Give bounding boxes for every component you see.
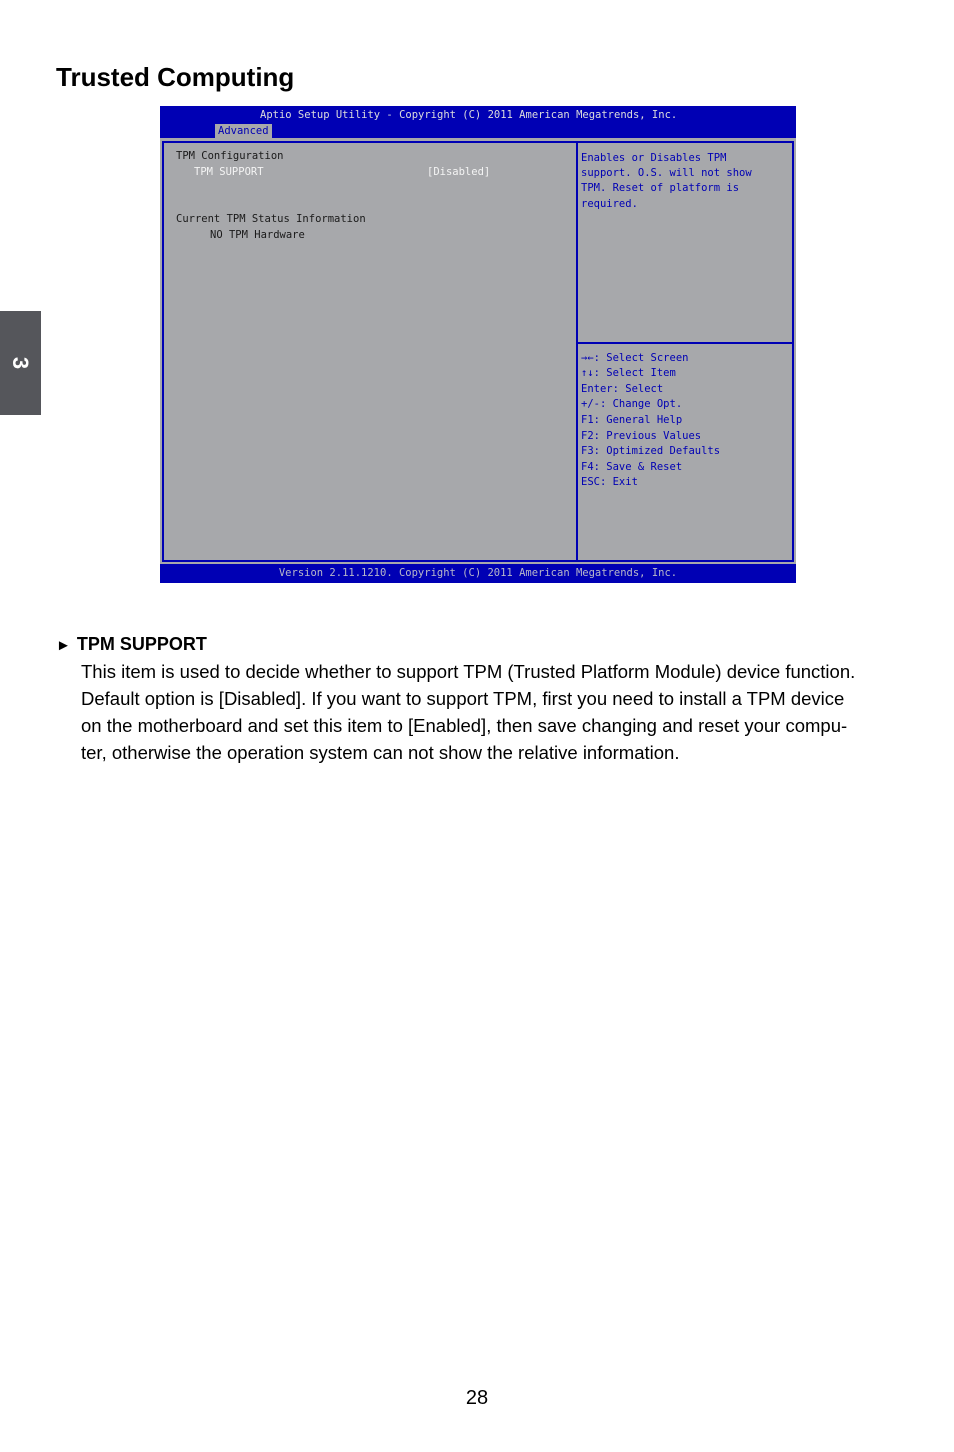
bios-screenshot: Aptio Setup Utility - Copyright (C) 2011… xyxy=(160,106,796,583)
tpm-status-value: NO TPM Hardware xyxy=(210,229,305,241)
legend-f3: F3: Optimized Defaults xyxy=(581,445,721,457)
legend-f2: F2: Previous Values xyxy=(581,430,702,442)
legend-select-screen: →←: Select Screen xyxy=(581,352,689,364)
panel-divider-vertical xyxy=(576,141,578,562)
triangle-right-icon: ► xyxy=(56,637,71,654)
tpm-status-heading: Current TPM Status Information xyxy=(176,213,366,225)
tab-advanced[interactable]: Advanced xyxy=(215,124,272,138)
page-title: Trusted Computing xyxy=(56,62,295,92)
tpm-support-value[interactable]: [Disabled] xyxy=(427,165,490,179)
legend-esc: ESC: Exit xyxy=(581,476,638,488)
page-number: 28 xyxy=(465,1387,489,1409)
chapter-number: 3 xyxy=(8,356,34,370)
chapter-tab: 3 xyxy=(0,311,41,415)
help-line: required. xyxy=(581,198,638,210)
tpm-configuration-heading: TPM Configuration xyxy=(176,150,284,162)
legend-select-item: ↑↓: Select Item xyxy=(581,367,676,379)
body-line: This item is used to decide whether to s… xyxy=(81,661,856,682)
panel-divider-horizontal xyxy=(578,342,792,344)
legend-change-opt: +/-: Change Opt. xyxy=(581,398,683,410)
body-line: on the motherboard and set this item to … xyxy=(81,715,848,736)
legend-enter: Enter: Select xyxy=(581,383,664,395)
legend-f1: F1: General Help xyxy=(581,414,683,426)
help-line: TPM. Reset of platform is xyxy=(581,182,740,194)
body-line: ter, otherwise the operation system can … xyxy=(81,742,680,763)
bios-title: Aptio Setup Utility - Copyright (C) 2011… xyxy=(260,109,678,121)
section-heading-text: TPM SUPPORT xyxy=(76,634,207,654)
bios-frame xyxy=(162,141,794,562)
tpm-support-item[interactable]: TPM SUPPORT xyxy=(194,165,264,179)
body-line: Default option is [Disabled]. If you wan… xyxy=(81,688,845,709)
bios-footer: Version 2.11.1210. Copyright (C) 2011 Am… xyxy=(160,564,796,583)
help-line: Enables or Disables TPM xyxy=(581,152,727,164)
legend-f4: F4: Save & Reset xyxy=(581,461,683,473)
section-body: This item is used to decide whether to s… xyxy=(81,658,911,766)
section-heading: ► TPM SUPPORT xyxy=(56,634,207,655)
bios-header: Aptio Setup Utility - Copyright (C) 2011… xyxy=(160,106,796,138)
help-line: support. O.S. will not show xyxy=(581,167,752,179)
